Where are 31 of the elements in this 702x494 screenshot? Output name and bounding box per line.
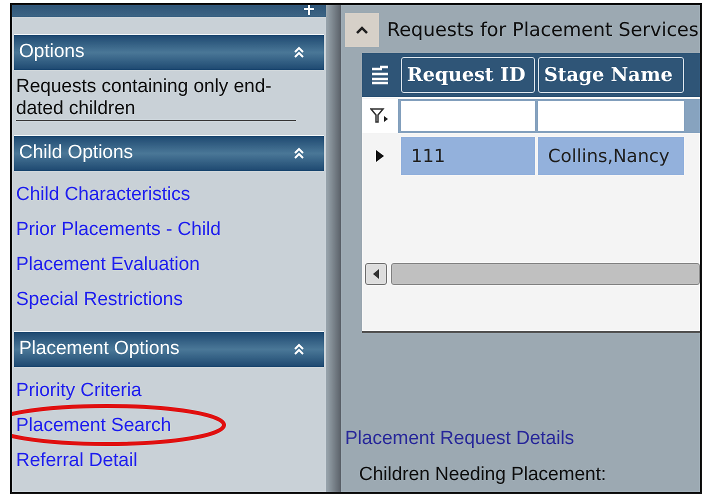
row-indicator-icon (375, 149, 385, 163)
nav-link[interactable]: Placement Search (16, 408, 322, 443)
column-header[interactable]: Stage Name (538, 57, 684, 93)
option-text: Requests containing only end-dated children (16, 76, 296, 121)
horizontal-scrollbar[interactable] (365, 263, 700, 285)
nav-link[interactable]: Prior Placements - Child (16, 212, 322, 247)
filter-field[interactable] (538, 101, 684, 131)
section-header[interactable]: Placement Options (14, 330, 324, 367)
filter-icon[interactable] (370, 108, 390, 124)
nav-link[interactable]: Priority Criteria (16, 373, 322, 408)
scroll-left-icon[interactable] (372, 269, 380, 279)
nav-link[interactable]: Special Restrictions (16, 282, 322, 317)
filter-field[interactable] (401, 101, 535, 131)
chevron-up-icon (355, 25, 369, 35)
nav-link[interactable]: Referral Detail (16, 443, 322, 478)
nav-link[interactable]: Child Characteristics (16, 176, 322, 212)
section-header[interactable]: Child Options (14, 134, 324, 171)
collapse-icon (292, 146, 306, 160)
section-header[interactable]: Options (14, 34, 324, 70)
column-chooser-icon[interactable] (370, 65, 390, 85)
collapse-icon (292, 342, 306, 356)
column-header[interactable]: Request ID (401, 57, 535, 93)
table-cell: Collins,Nancy (538, 137, 684, 175)
panel-title: Requests for Placement Services (387, 19, 699, 41)
details-link[interactable]: Placement Request Details (345, 428, 700, 450)
collapse-button[interactable] (345, 13, 379, 47)
nav-link[interactable]: Placement Evaluation (16, 246, 322, 282)
table-cell: 111 (401, 137, 535, 175)
pin-icon[interactable] (304, 5, 314, 15)
collapse-icon (292, 45, 306, 60)
section-label: Children Needing Placement: (358, 464, 608, 486)
